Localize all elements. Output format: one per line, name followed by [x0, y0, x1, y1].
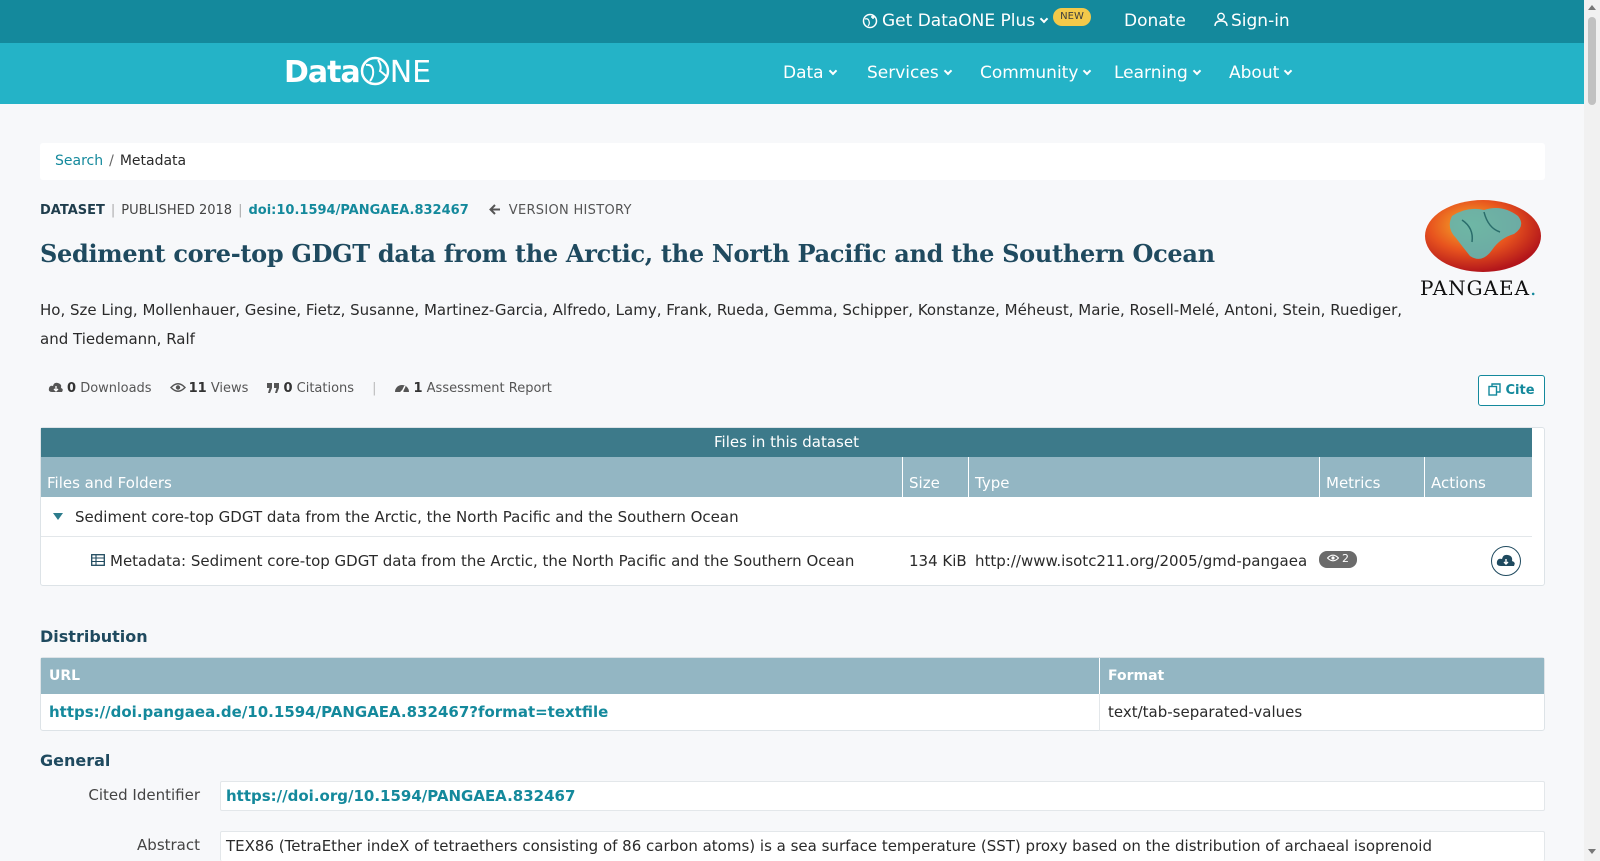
dataset-title: Sediment core-top GDGT data from the Arc…: [40, 239, 1215, 268]
distribution-table: URL Format https://doi.pangaea.de/10.159…: [40, 657, 1545, 731]
file-name: Metadata: Sediment core-top GDGT data fr…: [110, 552, 855, 570]
dataset-type: DATASET: [40, 203, 105, 218]
sign-in-link[interactable]: Sign-in: [1214, 0, 1290, 43]
main-navigation: Data NE Data Services Community Learning …: [0, 43, 1584, 104]
eye-icon: [1326, 554, 1340, 562]
downloads-stat: 0 Downloads: [48, 381, 152, 396]
cited-identifier-link[interactable]: https://doi.org/10.1594/PANGAEA.832467: [226, 787, 575, 805]
nav-data[interactable]: Data: [783, 43, 837, 104]
doi-link[interactable]: doi:10.1594/PANGAEA.832467: [248, 203, 468, 218]
meta-divider: |: [238, 203, 243, 218]
globe-logo-icon: [360, 56, 389, 85]
meta-divider: |: [110, 203, 116, 218]
pangaea-logo[interactable]: PANGAEA.: [1418, 198, 1548, 303]
arrow-left-icon: [488, 204, 500, 215]
table-icon: [91, 553, 105, 566]
logo-one-text: NE: [389, 55, 432, 90]
globe-plus-icon: [862, 13, 878, 29]
file-size: 134 KiB: [909, 552, 967, 570]
distribution-url-cell: https://doi.pangaea.de/10.1594/PANGAEA.8…: [41, 694, 1100, 731]
version-history-label: VERSION HISTORY: [508, 203, 632, 218]
caret-down-icon[interactable]: [53, 513, 63, 520]
files-table-header: Files and Folders Size Type Metrics Acti…: [41, 457, 1532, 497]
scroll-up-icon[interactable]: [1588, 5, 1596, 10]
published-year: PUBLISHED 2018: [121, 203, 233, 218]
nav-about[interactable]: About: [1229, 43, 1293, 104]
dataset-authors: Ho, Sze Ling, Mollenhauer, Gesine, Fietz…: [40, 301, 1403, 348]
col-files-and-folders[interactable]: Files and Folders: [41, 457, 903, 497]
folder-name: Sediment core-top GDGT data from the Arc…: [75, 508, 739, 526]
chevron-down-icon: [1192, 66, 1202, 76]
quote-icon: [267, 382, 280, 393]
nav-learning-label: Learning: [1114, 63, 1188, 83]
version-history-link[interactable]: VERSION HISTORY: [488, 203, 632, 218]
folder-row[interactable]: Sediment core-top GDGT data from the Arc…: [41, 497, 1532, 537]
pangaea-globe-icon: [1425, 200, 1541, 272]
nav-community[interactable]: Community: [980, 43, 1092, 104]
citations-stat: 0 Citations: [266, 381, 354, 396]
pangaea-wordmark: PANGAEA.: [1420, 276, 1538, 300]
get-dataone-plus-label: Get DataONE Plus: [882, 11, 1036, 31]
page-scrollbar[interactable]: [1584, 0, 1600, 861]
breadcrumb: Search / Metadata: [40, 143, 1545, 180]
nav-community-label: Community: [980, 63, 1079, 83]
user-icon: [1214, 12, 1228, 26]
cloud-download-icon: [48, 382, 63, 392]
stats-divider: |: [372, 381, 377, 396]
distribution-url-link[interactable]: https://doi.pangaea.de/10.1594/PANGAEA.8…: [49, 703, 608, 721]
chevron-down-icon: [1284, 66, 1293, 76]
scrollbar-thumb[interactable]: [1588, 17, 1596, 105]
col-metrics[interactable]: Metrics: [1320, 457, 1425, 497]
dataset-meta-line: DATASET | PUBLISHED 2018 | doi:10.1594/PANGA…: [40, 202, 632, 220]
abstract-label: Abstract: [137, 836, 200, 854]
files-table: Files in this dataset Files and Folders …: [40, 427, 1545, 586]
gauge-icon: [395, 385, 410, 394]
distribution-col-format: Format: [1100, 658, 1544, 694]
nav-services-label: Services: [867, 63, 939, 83]
dataone-logo[interactable]: Data NE: [284, 55, 431, 91]
general-heading: General: [40, 751, 111, 770]
eye-icon: [169, 383, 186, 392]
chevron-down-icon: [943, 66, 952, 76]
download-button[interactable]: [1491, 546, 1521, 576]
distribution-format: text/tab-separated-values: [1108, 703, 1303, 721]
col-actions[interactable]: Actions: [1425, 457, 1532, 497]
chevron-down-icon: [1083, 66, 1092, 76]
file-type: http://www.isotc211.org/2005/gmd-pangaea: [975, 552, 1308, 570]
col-size[interactable]: Size: [903, 457, 969, 497]
nav-learning[interactable]: Learning: [1114, 43, 1202, 104]
assessment-report-link[interactable]: 1 Assessment Report: [394, 381, 552, 396]
chevron-down-icon: [828, 66, 837, 76]
distribution-heading: Distribution: [40, 627, 148, 646]
col-type[interactable]: Type: [969, 457, 1320, 497]
cloud-download-icon: [1496, 554, 1515, 566]
cite-button[interactable]: Cite: [1478, 375, 1545, 406]
nav-services[interactable]: Services: [867, 43, 952, 104]
file-views-badge: 2: [1319, 538, 1357, 584]
breadcrumb-separator: /: [109, 153, 114, 169]
cited-identifier-label: Cited Identifier: [88, 786, 200, 804]
sign-in-label: Sign-in: [1231, 11, 1290, 31]
distribution-col-url: URL: [41, 658, 1100, 694]
scroll-down-icon[interactable]: [1588, 849, 1596, 854]
breadcrumb-search-link[interactable]: Search: [55, 153, 103, 169]
dataset-stats: 0 Downloads 11 Views 0 Citations | 1 Assessm…: [48, 381, 570, 396]
copy-icon: [1488, 383, 1502, 396]
views-stat: 11 Views: [169, 381, 248, 396]
files-table-caption: Files in this dataset: [41, 428, 1532, 457]
abstract-field: TEX86 (TetraEther indeX of tetraethers c…: [220, 831, 1545, 861]
top-utility-bar: Get DataONE Plus NEW Donate Sign-in: [0, 0, 1584, 43]
file-row: Metadata: Sediment core-top GDGT data fr…: [41, 538, 1532, 584]
nav-data-label: Data: [783, 63, 824, 83]
donate-link[interactable]: Donate: [1124, 0, 1186, 43]
file-name-cell[interactable]: Metadata: Sediment core-top GDGT data fr…: [91, 538, 854, 584]
cite-label: Cite: [1505, 383, 1535, 398]
logo-data-text: Data: [284, 55, 361, 90]
get-dataone-plus-menu[interactable]: Get DataONE Plus NEW: [862, 0, 1091, 43]
cited-identifier-field: https://doi.org/10.1594/PANGAEA.832467: [220, 781, 1545, 811]
breadcrumb-current: Metadata: [119, 153, 187, 169]
chevron-down-icon: [1039, 14, 1049, 24]
nav-about-label: About: [1229, 63, 1280, 83]
new-badge: NEW: [1053, 8, 1091, 26]
